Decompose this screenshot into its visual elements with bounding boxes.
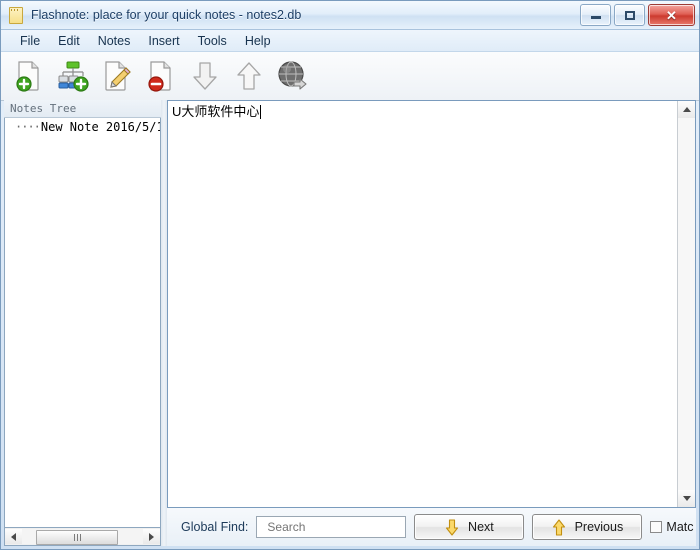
tree-scroll-thumb[interactable]	[36, 530, 118, 545]
minimize-button[interactable]	[580, 4, 611, 26]
match-case-checkbox[interactable]	[650, 521, 663, 533]
tree-scroll-track[interactable]	[22, 529, 143, 545]
chevron-right-icon	[149, 532, 154, 541]
editor-scroll-track[interactable]	[678, 118, 695, 490]
new-note-button[interactable]	[9, 55, 49, 97]
notes-tree-panel: Notes Tree ····New Note 2016/5/1:	[4, 100, 161, 546]
scroll-left-button[interactable]	[5, 529, 22, 544]
menu-edit[interactable]: Edit	[49, 32, 89, 50]
arrow-down-icon	[193, 62, 217, 90]
find-next-button[interactable]: Next	[414, 514, 525, 540]
notes-tree-header: Notes Tree	[4, 100, 161, 118]
move-down-button[interactable]	[185, 55, 225, 97]
split-pane: Notes Tree ····New Note 2016/5/1: U大师软件中…	[4, 100, 696, 546]
editor-vertical-scrollbar[interactable]	[677, 101, 695, 507]
window-title: Flashnote: place for your quick notes - …	[31, 8, 302, 22]
close-icon: ✕	[666, 7, 677, 23]
menu-file[interactable]: File	[11, 32, 49, 50]
notes-tree-body[interactable]: ····New Note 2016/5/1:	[4, 118, 161, 528]
arrow-up-icon	[237, 62, 261, 90]
move-up-button[interactable]	[229, 55, 269, 97]
tree-item-label: New Note 2016/5/1:	[40, 120, 161, 134]
note-editor-textarea[interactable]: U大师软件中心	[168, 101, 677, 507]
publish-button[interactable]	[273, 55, 313, 97]
menu-tools[interactable]: Tools	[189, 32, 236, 50]
minimize-icon	[590, 16, 601, 19]
search-input[interactable]	[265, 519, 425, 535]
maximize-icon	[624, 10, 635, 20]
chevron-down-icon	[682, 496, 691, 501]
page-delete-icon	[148, 61, 171, 92]
search-input-container[interactable]: ✕	[256, 516, 438, 538]
page-pencil-icon	[105, 61, 131, 91]
tree-item-new-note[interactable]: ····New Note 2016/5/1:	[5, 118, 160, 136]
menu-notes[interactable]: Notes	[89, 32, 140, 50]
match-case-label: Matc	[666, 520, 694, 534]
main-content: Notes Tree ····New Note 2016/5/1: U大师软件中…	[4, 100, 696, 546]
tree-branch-line: ····	[15, 120, 41, 134]
text-caret	[260, 105, 262, 119]
close-button[interactable]: ✕	[648, 4, 695, 26]
note-editor-panel: U大师软件中心 Global Find: Search Next Previou…	[167, 100, 696, 546]
note-editor-text: U大师软件中心	[172, 104, 260, 119]
find-previous-button[interactable]: Previous	[532, 514, 643, 540]
find-next-label: Next	[468, 520, 494, 534]
scroll-up-button[interactable]	[678, 101, 695, 118]
window-controls: ✕	[580, 4, 695, 26]
scroll-right-button[interactable]	[143, 529, 160, 544]
new-folder-button[interactable]	[53, 55, 93, 97]
menu-bar: File Edit Notes Insert Tools Help	[1, 30, 699, 52]
app-window: Flashnote: place for your quick notes - …	[0, 0, 700, 550]
maximize-button[interactable]	[614, 4, 645, 26]
menu-insert[interactable]: Insert	[139, 32, 188, 50]
find-previous-label: Previous	[574, 520, 624, 534]
app-icon	[8, 7, 24, 24]
note-editor-wrapper: U大师软件中心	[167, 100, 696, 508]
chevron-left-icon	[11, 532, 16, 541]
menu-help[interactable]: Help	[236, 32, 280, 50]
global-find-label: Global Find:	[181, 520, 249, 534]
title-bar: Flashnote: place for your quick notes - …	[1, 1, 699, 30]
chevron-up-icon	[682, 107, 691, 112]
edit-note-button[interactable]	[97, 55, 137, 97]
toolbar	[1, 52, 699, 101]
tree-horizontal-scrollbar[interactable]	[4, 528, 161, 546]
global-find-bar: Global Find: ✕ Next	[167, 508, 696, 546]
arrow-up-yellow-icon	[552, 518, 565, 536]
page-add-icon	[16, 61, 39, 92]
tree-add-icon	[58, 61, 89, 92]
match-case-row[interactable]: Matc	[650, 520, 694, 534]
globe-export-icon	[278, 61, 307, 90]
arrow-down-yellow-icon	[445, 518, 459, 536]
delete-note-button[interactable]	[141, 55, 181, 97]
scroll-down-button[interactable]	[678, 490, 695, 507]
grip-icon	[73, 534, 81, 541]
